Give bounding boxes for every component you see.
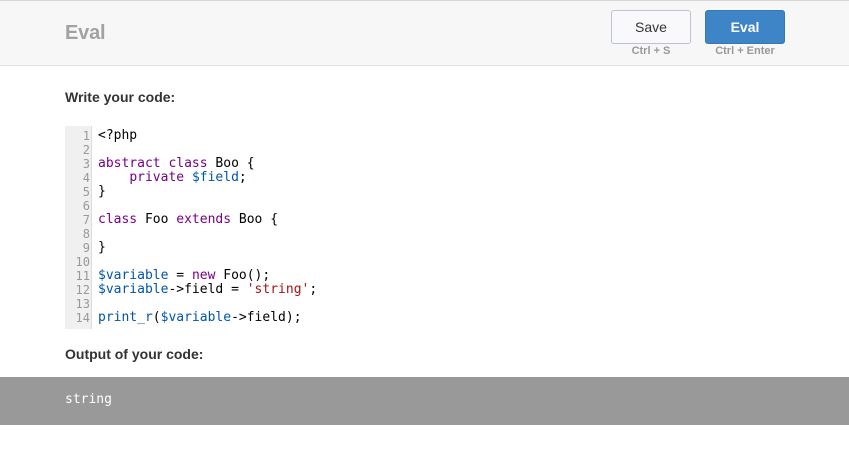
line-number: 13 bbox=[75, 297, 90, 311]
line-number: 8 bbox=[82, 227, 90, 241]
save-button[interactable]: Save bbox=[611, 10, 691, 44]
line-number: 10 bbox=[75, 255, 90, 269]
code-token: print_r bbox=[98, 310, 153, 325]
code-line[interactable]: 8 bbox=[65, 227, 785, 241]
eval-shortcut-hint: Ctrl + Enter bbox=[715, 45, 775, 57]
code-line[interactable]: 9} bbox=[65, 241, 785, 256]
code-text: $variable->field = 'string'; bbox=[98, 283, 317, 297]
line-number: 4 bbox=[82, 171, 90, 185]
code-token: 'string' bbox=[246, 282, 310, 297]
code-token: ->field = bbox=[168, 282, 247, 297]
code-text: <?php bbox=[98, 129, 137, 143]
code-section-label: Write your code: bbox=[65, 89, 176, 105]
line-number: 1 bbox=[82, 129, 90, 143]
output-panel: string bbox=[0, 377, 849, 425]
code-token: ( bbox=[152, 310, 161, 325]
code-token: Boo { bbox=[207, 156, 255, 171]
code-line[interactable]: 12 $variable->field = 'string'; bbox=[65, 283, 785, 298]
page-title: Eval bbox=[65, 22, 106, 44]
save-shortcut-hint: Ctrl + S bbox=[631, 45, 671, 57]
code-text: $variable = new Foo(); bbox=[98, 269, 270, 283]
code-line[interactable]: 4 private $field; bbox=[65, 170, 785, 186]
line-number: 12 bbox=[75, 283, 90, 297]
code-token: ; bbox=[238, 170, 247, 185]
code-token: class bbox=[168, 156, 208, 171]
code-token: = bbox=[168, 268, 192, 283]
line-number: 3 bbox=[82, 157, 90, 171]
code-line[interactable]: 10 bbox=[65, 255, 785, 269]
code-token: private bbox=[129, 170, 185, 185]
code-line[interactable]: 1 <?php bbox=[65, 129, 785, 144]
code-line[interactable]: 7 class Foo extends Boo { bbox=[65, 213, 785, 228]
code-token: ; bbox=[309, 282, 318, 297]
line-number: 11 bbox=[75, 269, 90, 283]
line-number: 5 bbox=[82, 185, 90, 199]
line-number: 14 bbox=[75, 311, 90, 325]
code-line[interactable]: 6 bbox=[65, 199, 785, 213]
code-token: $variable bbox=[98, 282, 169, 297]
code-line[interactable]: 2 bbox=[65, 143, 785, 157]
output-text: string bbox=[65, 392, 112, 407]
line-number: 6 bbox=[82, 199, 90, 213]
code-token: Foo(); bbox=[215, 268, 271, 283]
code-token: } bbox=[98, 240, 106, 255]
code-token: $variable bbox=[98, 268, 169, 283]
code-line[interactable]: 5} bbox=[65, 185, 785, 200]
line-number: 9 bbox=[82, 241, 90, 255]
top-toolbar: Eval Save Ctrl + S Eval Ctrl + Enter bbox=[0, 0, 849, 66]
code-token: Foo bbox=[137, 212, 177, 227]
code-text: class Foo extends Boo { bbox=[98, 213, 278, 227]
code-text: abstract class Boo { bbox=[98, 157, 255, 171]
code-line[interactable]: 14 print_r($variable->field); bbox=[65, 311, 785, 326]
output-section-label: Output of your code: bbox=[65, 346, 204, 362]
code-text: print_r($variable->field); bbox=[98, 311, 302, 325]
code-token: ->field); bbox=[231, 310, 302, 325]
code-line[interactable]: 13 bbox=[65, 297, 785, 311]
code-text: private $field; bbox=[98, 170, 247, 185]
code-token: $variable bbox=[160, 310, 232, 325]
code-token: extends bbox=[176, 212, 232, 227]
code-text: } bbox=[98, 241, 106, 255]
code-token: Boo { bbox=[231, 212, 279, 227]
code-editor[interactable]: 1 <?php 2 3 abstract class Boo {4 private $f… bbox=[65, 126, 785, 329]
code-token: new bbox=[191, 268, 216, 283]
eval-button[interactable]: Eval bbox=[705, 10, 785, 44]
code-token: abstract bbox=[98, 156, 161, 171]
code-token: $field bbox=[191, 170, 239, 185]
code-token: } bbox=[98, 184, 106, 199]
line-number: 2 bbox=[82, 143, 90, 157]
code-text: } bbox=[98, 185, 106, 199]
code-token: <?php bbox=[98, 128, 138, 143]
code-token: class bbox=[98, 212, 138, 227]
code-line[interactable]: 11 $variable = new Foo(); bbox=[65, 269, 785, 284]
line-number: 7 bbox=[82, 213, 90, 227]
code-line[interactable]: 3 abstract class Boo { bbox=[65, 157, 785, 172]
